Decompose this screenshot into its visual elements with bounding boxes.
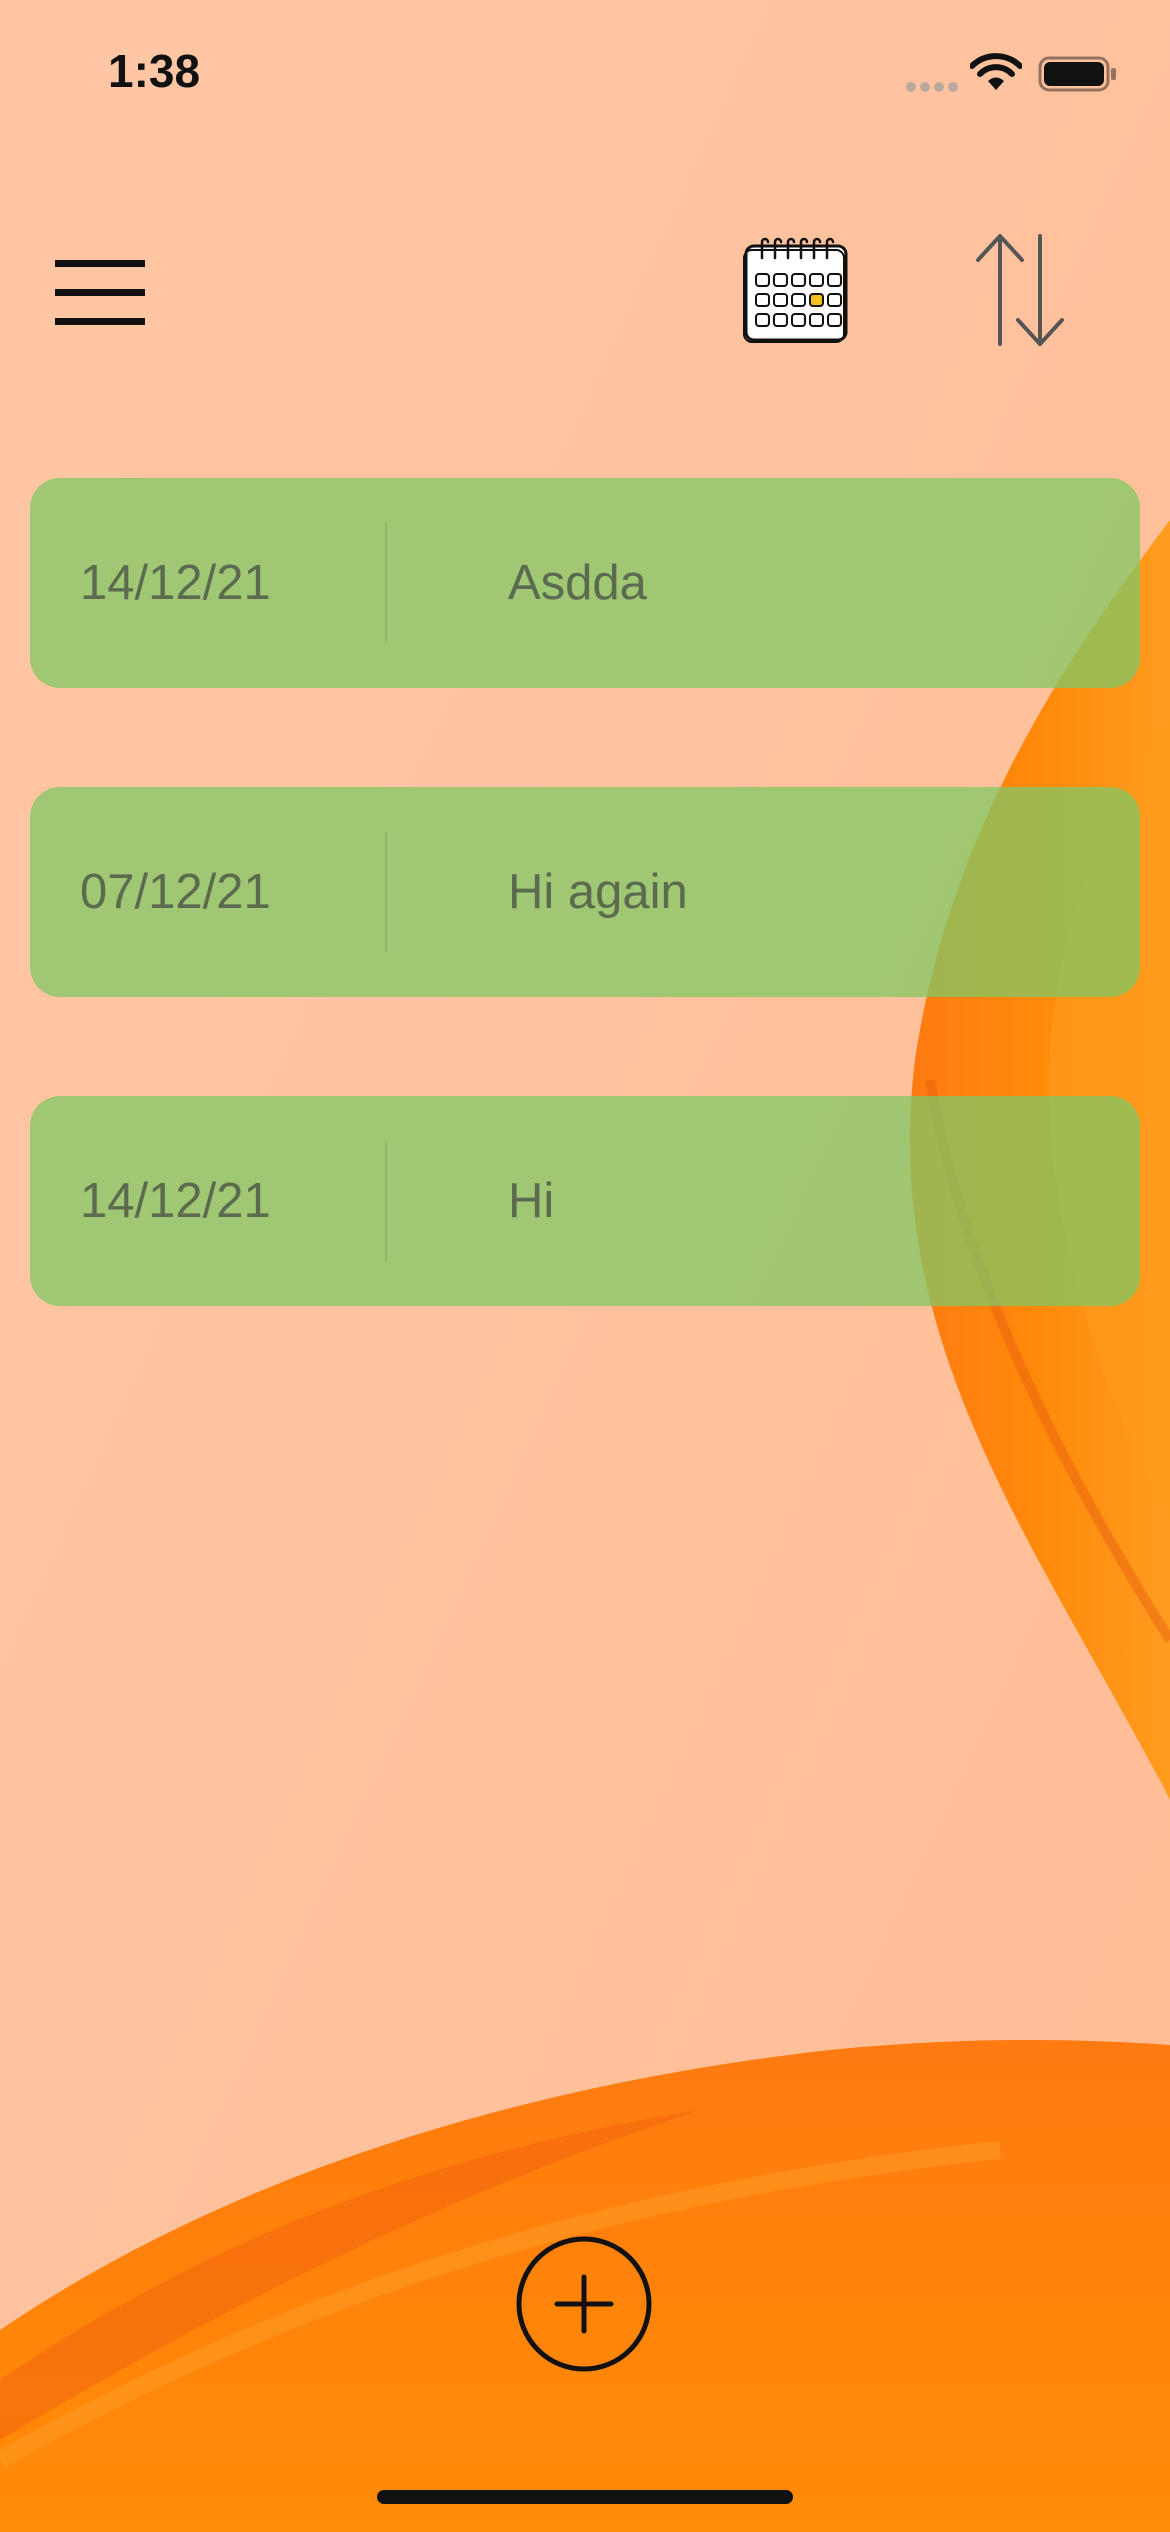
hamburger-menu-icon <box>55 260 145 325</box>
note-row[interactable]: 14/12/21 Hi <box>30 1096 1140 1306</box>
menu-button[interactable] <box>55 258 145 328</box>
note-title: Hi again <box>508 865 688 919</box>
add-note-button[interactable] <box>515 2235 653 2373</box>
plus-circle-icon <box>516 2236 652 2372</box>
note-row[interactable]: 14/12/21 Asdda <box>30 478 1140 688</box>
sort-arrows-icon <box>976 234 1064 346</box>
note-divider <box>385 832 387 952</box>
battery-icon <box>1038 56 1116 92</box>
note-divider <box>385 1141 387 1261</box>
calendar-icon <box>743 237 848 343</box>
status-bar: 1:38 <box>0 0 1170 150</box>
note-title: Hi <box>508 1174 555 1228</box>
home-indicator[interactable] <box>377 2490 793 2504</box>
cellular-signal-icon <box>906 82 958 92</box>
note-row[interactable]: 07/12/21 Hi again <box>30 787 1140 997</box>
calendar-button[interactable] <box>742 236 850 344</box>
note-divider <box>385 523 387 643</box>
sort-button[interactable] <box>972 232 1068 348</box>
wifi-icon <box>970 53 1022 90</box>
note-date: 07/12/21 <box>80 865 271 919</box>
toolbar <box>0 220 1170 370</box>
note-date: 14/12/21 <box>80 1174 271 1228</box>
note-title: Asdda <box>508 556 647 610</box>
note-list: 14/12/21 Asdda 07/12/21 Hi again 14/12/2… <box>30 478 1140 1405</box>
status-time: 1:38 <box>108 45 201 97</box>
note-date: 14/12/21 <box>80 556 271 610</box>
